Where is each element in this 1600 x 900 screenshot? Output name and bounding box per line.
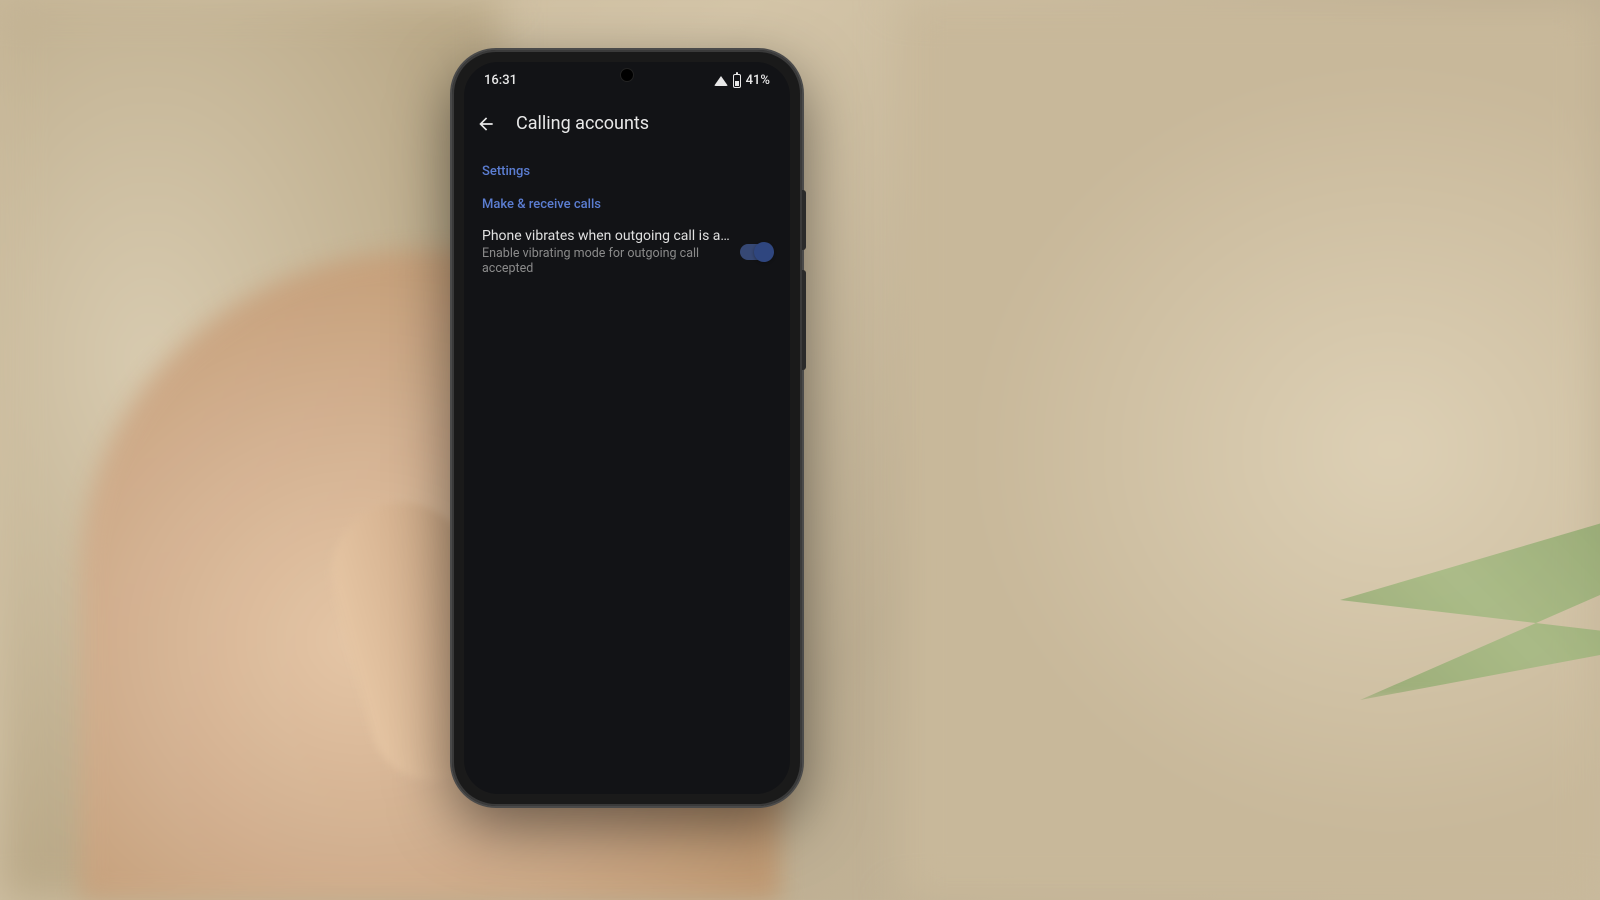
status-time: 16:31 bbox=[484, 73, 517, 88]
app-header: Calling accounts bbox=[464, 99, 790, 148]
phone-screen: 16:31 41% Calling accounts Settings Make… bbox=[464, 62, 790, 794]
phone-side-button bbox=[802, 270, 806, 370]
wifi-icon bbox=[714, 76, 728, 86]
camera-hole bbox=[620, 68, 634, 82]
setting-text: Phone vibrates when outgoing call is acc… bbox=[482, 228, 730, 276]
back-button[interactable] bbox=[476, 114, 496, 134]
toggle-knob bbox=[754, 242, 774, 262]
status-right: 41% bbox=[714, 73, 770, 88]
setting-title: Phone vibrates when outgoing call is acc… bbox=[482, 228, 730, 244]
section-label-calls: Make & receive calls bbox=[482, 185, 772, 218]
battery-icon bbox=[733, 74, 741, 88]
battery-text: 41% bbox=[746, 73, 770, 88]
phone-device: 16:31 41% Calling accounts Settings Make… bbox=[452, 50, 802, 806]
setting-vibrate-on-accept[interactable]: Phone vibrates when outgoing call is acc… bbox=[482, 218, 772, 286]
page-title: Calling accounts bbox=[516, 113, 649, 134]
background-blur bbox=[900, 0, 1600, 900]
section-label-settings: Settings bbox=[482, 152, 772, 185]
arrow-left-icon bbox=[476, 114, 496, 134]
settings-content: Settings Make & receive calls Phone vibr… bbox=[464, 148, 790, 290]
vibrate-toggle[interactable] bbox=[740, 244, 772, 260]
setting-subtitle: Enable vibrating mode for outgoing call … bbox=[482, 246, 730, 276]
phone-side-button bbox=[802, 190, 806, 250]
